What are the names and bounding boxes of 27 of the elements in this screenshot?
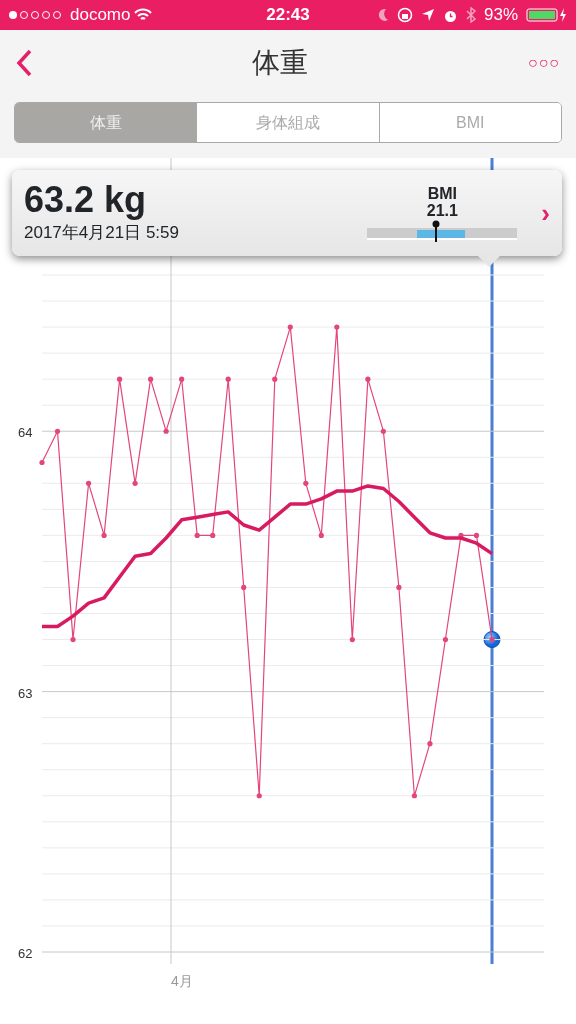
- back-icon[interactable]: [16, 49, 32, 77]
- segment-tab[interactable]: BMI: [378, 103, 561, 142]
- status-time: 22:43: [266, 4, 310, 27]
- x-axis-label: 4月: [171, 973, 193, 989]
- location-icon: [421, 8, 435, 22]
- y-axis-label: 62: [18, 946, 33, 961]
- measurement-date: 2017年4月21日 5:59: [24, 222, 180, 245]
- segment-tab[interactable]: 身体組成: [196, 103, 379, 142]
- wifi-icon: [134, 8, 153, 22]
- more-button[interactable]: ○○○: [528, 51, 560, 75]
- carrier-name: docomo: [70, 4, 131, 27]
- bmi-value: 21.1: [426, 203, 458, 220]
- moon-icon: [377, 8, 389, 22]
- chevron-right[interactable]: ›: [541, 193, 550, 233]
- popup-pointer: [478, 256, 500, 268]
- y-axis-label: 63: [18, 685, 33, 701]
- battery-icon: [526, 7, 568, 23]
- battery-percent: 93%: [484, 4, 518, 27]
- bmi-label: BMI: [427, 186, 457, 203]
- normal-range-band: [417, 229, 466, 238]
- rotation-lock-icon: [397, 7, 413, 23]
- segment-tab[interactable]: 体重: [15, 103, 197, 142]
- weight-value: 63.2 kg: [24, 180, 148, 221]
- popup-card[interactable]: 63.2 kg 2017年4月21日 5:59 BMI 21.1 ›: [12, 170, 562, 256]
- bluetooth-icon: [466, 7, 476, 23]
- y-axis-label: 64: [18, 425, 33, 441]
- page-title: 体重: [252, 46, 308, 80]
